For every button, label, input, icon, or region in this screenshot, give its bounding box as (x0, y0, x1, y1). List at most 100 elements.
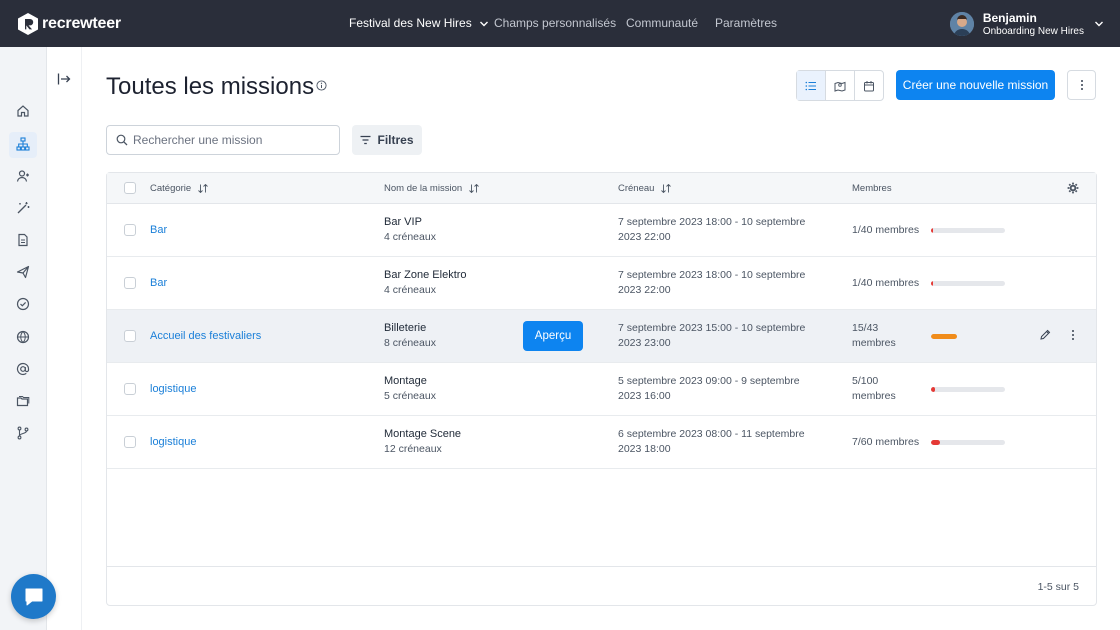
table-row[interactable]: logistique Montage Scene 12 créneaux 6 s… (107, 416, 1096, 469)
row-category-link[interactable]: logistique (150, 383, 196, 395)
app-name: recrewteer (42, 14, 121, 32)
table-row[interactable]: Bar Bar Zone Elektro 4 créneaux 7 septem… (107, 257, 1096, 310)
sort-icon (468, 183, 479, 193)
row-category-link[interactable]: logistique (150, 436, 196, 448)
calendar-view-button[interactable] (855, 71, 883, 100)
nav-event-label: Festival des New Hires (349, 16, 472, 30)
mission-slot-count: 8 créneaux (384, 337, 436, 349)
map-view-icon (834, 81, 846, 92)
members-progress-bar (931, 440, 1005, 445)
page-title: Toutes les missions (106, 73, 315, 100)
globe-icon[interactable] (16, 330, 30, 344)
table-row[interactable]: logistique Montage 5 créneaux 5 septembr… (107, 363, 1096, 416)
pagination-info: 1-5 sur 5 (1037, 581, 1079, 593)
git-branch-icon[interactable] (16, 426, 30, 440)
mission-slot-count: 5 créneaux (384, 390, 436, 402)
members-progress-bar (931, 334, 1005, 339)
map-view-button[interactable] (826, 71, 855, 100)
members-progress-bar (931, 387, 1005, 392)
avatar (949, 12, 974, 36)
filter-icon (360, 135, 371, 145)
members-count: 7/60 membres (852, 436, 920, 448)
column-header-name-label: Nom de la mission (384, 183, 463, 194)
filters-button[interactable]: Filtres (352, 125, 422, 155)
expand-sidebar-icon[interactable] (57, 72, 71, 86)
members-progress-fill (931, 440, 940, 445)
search-box (106, 125, 340, 155)
nav-custom-fields[interactable]: Champs personnalisés (494, 16, 616, 30)
row-checkbox[interactable] (124, 330, 136, 342)
members-progress-fill (931, 387, 935, 392)
check-circle-icon[interactable] (16, 297, 30, 311)
mission-name: Montage (384, 375, 427, 387)
members-progress-fill (931, 228, 934, 233)
create-mission-button[interactable]: Créer une nouvelle mission (896, 70, 1055, 100)
nav-event-selector[interactable]: Festival des New Hires (349, 16, 489, 30)
sidebar (0, 47, 47, 630)
home-icon[interactable] (16, 104, 30, 118)
mission-time-range: 7 septembre 2023 18:00 - 10 septembre 20… (618, 269, 806, 296)
row-more-icon[interactable] (1071, 329, 1075, 341)
nav-settings[interactable]: Paramètres (715, 16, 777, 30)
row-checkbox[interactable] (124, 224, 136, 236)
document-icon[interactable] (16, 233, 30, 247)
mission-time-range: 7 septembre 2023 15:00 - 10 septembre 20… (618, 322, 806, 349)
mission-name: Bar VIP (384, 216, 422, 228)
user-organization: Onboarding New Hires (982, 25, 1084, 37)
column-header-slot-label: Créneau (618, 183, 655, 194)
user-menu[interactable]: Benjamin Onboarding New Hires (949, 9, 1104, 39)
members-count: 15/43 membres (852, 322, 896, 349)
members-progress-bar (931, 281, 1005, 286)
missions-table: Catégorie Nom de la mission Créneau Memb… (106, 172, 1097, 606)
row-checkbox[interactable] (124, 277, 136, 289)
column-header-members: Membres (852, 183, 892, 194)
mission-time-range: 5 septembre 2023 09:00 - 9 septembre 202… (618, 375, 800, 402)
mission-name: Montage Scene (384, 428, 462, 440)
gear-icon[interactable] (1067, 182, 1079, 194)
users-icon[interactable] (16, 169, 30, 183)
app-logo[interactable]: recrewteer (17, 11, 121, 36)
mission-time-range: 6 septembre 2023 08:00 - 11 septembre 20… (618, 428, 805, 455)
search-input[interactable] (133, 126, 333, 154)
sort-icon (198, 183, 208, 193)
mission-time-range: 7 septembre 2023 18:00 - 10 septembre 20… (618, 216, 806, 243)
column-header-category[interactable]: Catégorie (150, 183, 208, 194)
info-icon[interactable] (316, 80, 327, 91)
org-chart-icon[interactable] (16, 137, 30, 151)
row-checkbox[interactable] (124, 383, 136, 395)
members-count: 5/100 membres (852, 375, 896, 402)
nav-community[interactable]: Communauté (626, 16, 698, 30)
column-header-slot[interactable]: Créneau (618, 183, 671, 194)
mission-slot-count: 12 créneaux (384, 443, 442, 455)
send-icon[interactable] (16, 265, 30, 279)
filters-label: Filtres (377, 133, 414, 147)
select-all-checkbox[interactable] (124, 182, 136, 194)
table-row[interactable]: Accueil des festivaliers Billeterie 8 cr… (107, 310, 1096, 363)
members-progress-fill (931, 281, 934, 286)
more-options-button[interactable] (1067, 70, 1096, 100)
vertical-dots-icon (1080, 80, 1083, 90)
search-icon (116, 134, 128, 146)
at-sign-icon[interactable] (16, 362, 30, 376)
members-progress-fill (931, 334, 957, 339)
preview-button[interactable]: Aperçu (523, 321, 583, 351)
top-bar: recrewteer Festival des New Hires Champs… (0, 0, 1120, 47)
folders-icon[interactable] (16, 394, 30, 408)
edit-pencil-icon[interactable] (1039, 329, 1051, 341)
main-content: Toutes les missions Créer une nouvelle m… (82, 47, 1120, 630)
column-header-name[interactable]: Nom de la mission (384, 183, 479, 194)
table-header: Catégorie Nom de la mission Créneau Memb… (107, 173, 1096, 204)
column-header-category-label: Catégorie (150, 183, 192, 194)
chevron-down-icon (1095, 21, 1103, 27)
table-row[interactable]: Bar Bar VIP 4 créneaux 7 septembre 2023 … (107, 204, 1096, 257)
row-category-link[interactable]: Bar (150, 277, 167, 289)
magic-wand-icon[interactable] (16, 201, 30, 215)
logo-icon (18, 12, 38, 35)
chat-widget-button[interactable] (11, 574, 56, 619)
row-checkbox[interactable] (124, 436, 136, 448)
table-footer: 1-5 sur 5 (107, 566, 1096, 606)
list-view-button[interactable] (797, 71, 826, 100)
row-category-link[interactable]: Accueil des festivaliers (150, 330, 261, 342)
mission-slot-count: 4 créneaux (384, 231, 436, 243)
row-category-link[interactable]: Bar (150, 224, 167, 236)
